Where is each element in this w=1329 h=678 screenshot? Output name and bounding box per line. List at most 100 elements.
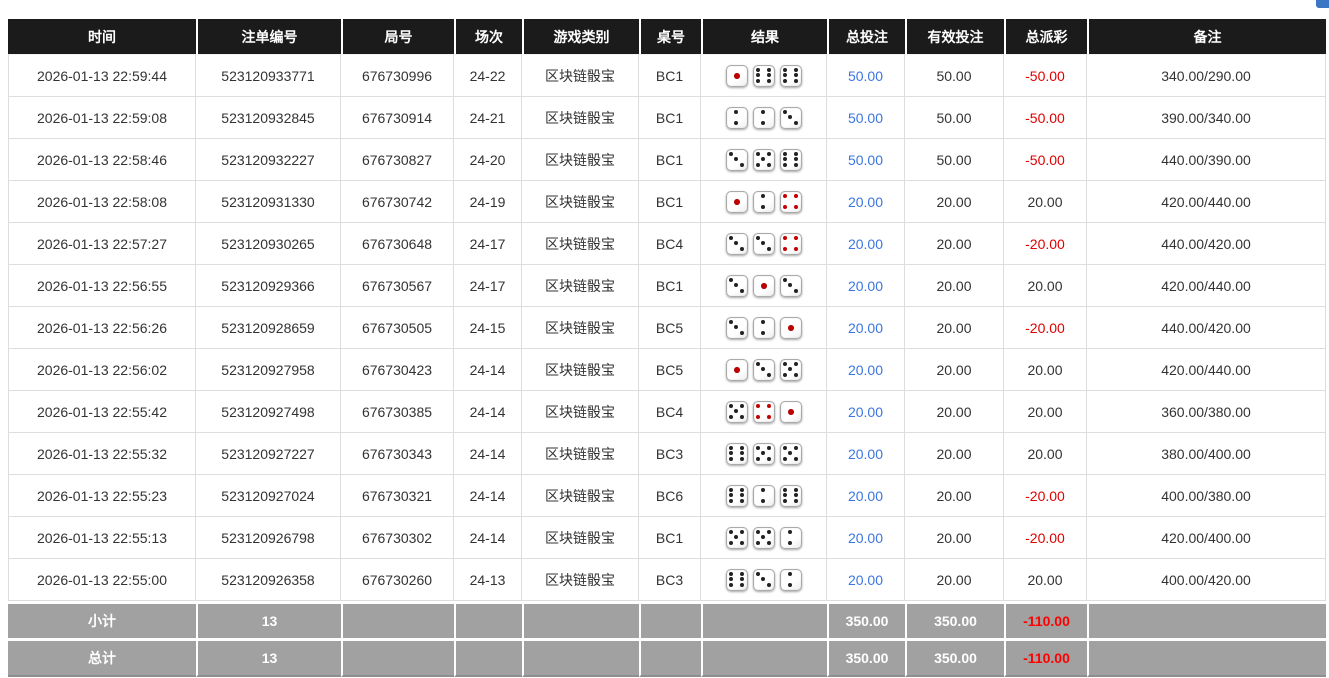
table-row: 2026-01-13 22:56:26 523120928659 6767305…: [8, 307, 1326, 349]
table-row: 2026-01-13 22:55:00 523120926358 6767302…: [8, 559, 1326, 601]
cell-table-no: BC5: [639, 349, 701, 391]
cell-payout: -20.00: [1004, 307, 1087, 349]
cell-game-type: 区块链骰宝: [522, 559, 639, 601]
cell-payout: -50.00: [1004, 54, 1087, 97]
cell-result: [701, 265, 827, 307]
bet-history-table: 时间注单编号局号场次游戏类别桌号结果总投注有效投注总派彩备注 2026-01-1…: [8, 19, 1326, 677]
dice-result: [703, 527, 824, 549]
die-face-2: [780, 569, 802, 591]
cell-payout: -20.00: [1004, 517, 1087, 559]
cell-total-bet: 20.00: [827, 475, 905, 517]
table-body: 2026-01-13 22:59:44 523120933771 6767309…: [8, 54, 1326, 601]
summary-row: 小计 13 350.00 350.00 -110.00: [8, 601, 1326, 638]
header-row: 时间注单编号局号场次游戏类别桌号结果总投注有效投注总派彩备注: [8, 19, 1326, 54]
summary-empty-cell: [639, 601, 701, 638]
cell-round-id: 676730567: [341, 265, 454, 307]
table-row: 2026-01-13 22:59:44 523120933771 6767309…: [8, 54, 1326, 97]
die-face-5: [753, 527, 775, 549]
cell-game-type: 区块链骰宝: [522, 139, 639, 181]
die-face-6: [726, 443, 748, 465]
cell-bet-id: 523120927024: [196, 475, 341, 517]
table-row: 2026-01-13 22:55:13 523120926798 6767303…: [8, 517, 1326, 559]
summary-label: 小计: [8, 601, 196, 638]
cell-payout: 20.00: [1004, 265, 1087, 307]
die-face-5: [726, 401, 748, 423]
summary-empty-cell: [1087, 601, 1326, 638]
cell-game-type: 区块链骰宝: [522, 265, 639, 307]
table-row: 2026-01-13 22:55:42 523120927498 6767303…: [8, 391, 1326, 433]
cell-time: 2026-01-13 22:55:42: [8, 391, 196, 433]
table-row: 2026-01-13 22:56:02 523120927958 6767304…: [8, 349, 1326, 391]
column-header-10: 备注: [1087, 19, 1326, 54]
cell-valid-bet: 20.00: [905, 223, 1004, 265]
cell-bet-id: 523120932227: [196, 139, 341, 181]
column-header-4: 游戏类别: [522, 19, 639, 54]
cell-result: [701, 223, 827, 265]
die-face-2: [726, 107, 748, 129]
cell-table-no: BC6: [639, 475, 701, 517]
cell-result: [701, 559, 827, 601]
cell-session: 24-14: [454, 391, 522, 433]
cell-time: 2026-01-13 22:56:26: [8, 307, 196, 349]
cell-bet-id: 523120927227: [196, 433, 341, 475]
die-face-2: [780, 527, 802, 549]
cell-remark: 380.00/400.00: [1087, 433, 1326, 475]
die-face-6: [726, 569, 748, 591]
column-header-2: 局号: [341, 19, 454, 54]
die-face-2: [753, 317, 775, 339]
summary-empty-cell: [522, 601, 639, 638]
cell-table-no: BC3: [639, 559, 701, 601]
cell-game-type: 区块链骰宝: [522, 307, 639, 349]
summary-empty-cell: [454, 601, 522, 638]
cell-session: 24-19: [454, 181, 522, 223]
cell-session: 24-20: [454, 139, 522, 181]
die-face-4: [753, 401, 775, 423]
cell-bet-id: 523120928659: [196, 307, 341, 349]
cell-remark: 420.00/440.00: [1087, 265, 1326, 307]
summary-total-bet: 350.00: [827, 638, 905, 677]
die-face-2: [753, 107, 775, 129]
cell-payout: -50.00: [1004, 139, 1087, 181]
cell-game-type: 区块链骰宝: [522, 475, 639, 517]
dice-result: [703, 107, 824, 129]
cell-remark: 420.00/440.00: [1087, 181, 1326, 223]
cell-session: 24-15: [454, 307, 522, 349]
cell-payout: 20.00: [1004, 181, 1087, 223]
dice-result: [703, 485, 824, 507]
cell-session: 24-22: [454, 54, 522, 97]
summary-row: 总计 13 350.00 350.00 -110.00: [8, 638, 1326, 677]
cell-round-id: 676730321: [341, 475, 454, 517]
cell-game-type: 区块链骰宝: [522, 181, 639, 223]
dice-result: [703, 275, 824, 297]
cell-table-no: BC1: [639, 517, 701, 559]
cell-result: [701, 307, 827, 349]
die-face-5: [780, 443, 802, 465]
cell-result: [701, 349, 827, 391]
cell-result: [701, 54, 827, 97]
cell-total-bet: 20.00: [827, 433, 905, 475]
cell-bet-id: 523120926798: [196, 517, 341, 559]
cut-off-corner-button[interactable]: [1316, 0, 1329, 8]
summary-valid-bet: 350.00: [905, 601, 1004, 638]
summary-empty-cell: [341, 638, 454, 677]
table-row: 2026-01-13 22:55:32 523120927227 6767303…: [8, 433, 1326, 475]
summary-count: 13: [196, 638, 341, 677]
cell-time: 2026-01-13 22:58:08: [8, 181, 196, 223]
cell-round-id: 676730302: [341, 517, 454, 559]
table-row: 2026-01-13 22:57:27 523120930265 6767306…: [8, 223, 1326, 265]
cell-time: 2026-01-13 22:55:23: [8, 475, 196, 517]
cell-valid-bet: 50.00: [905, 54, 1004, 97]
cell-round-id: 676730648: [341, 223, 454, 265]
cell-payout: 20.00: [1004, 559, 1087, 601]
die-face-3: [780, 275, 802, 297]
cell-game-type: 区块链骰宝: [522, 97, 639, 139]
summary-payout: -110.00: [1004, 638, 1087, 677]
cell-total-bet: 20.00: [827, 223, 905, 265]
cell-session: 24-21: [454, 97, 522, 139]
cell-session: 24-14: [454, 349, 522, 391]
cell-round-id: 676730505: [341, 307, 454, 349]
cell-game-type: 区块链骰宝: [522, 223, 639, 265]
cell-time: 2026-01-13 22:59:44: [8, 54, 196, 97]
die-face-3: [780, 107, 802, 129]
cell-bet-id: 523120926358: [196, 559, 341, 601]
